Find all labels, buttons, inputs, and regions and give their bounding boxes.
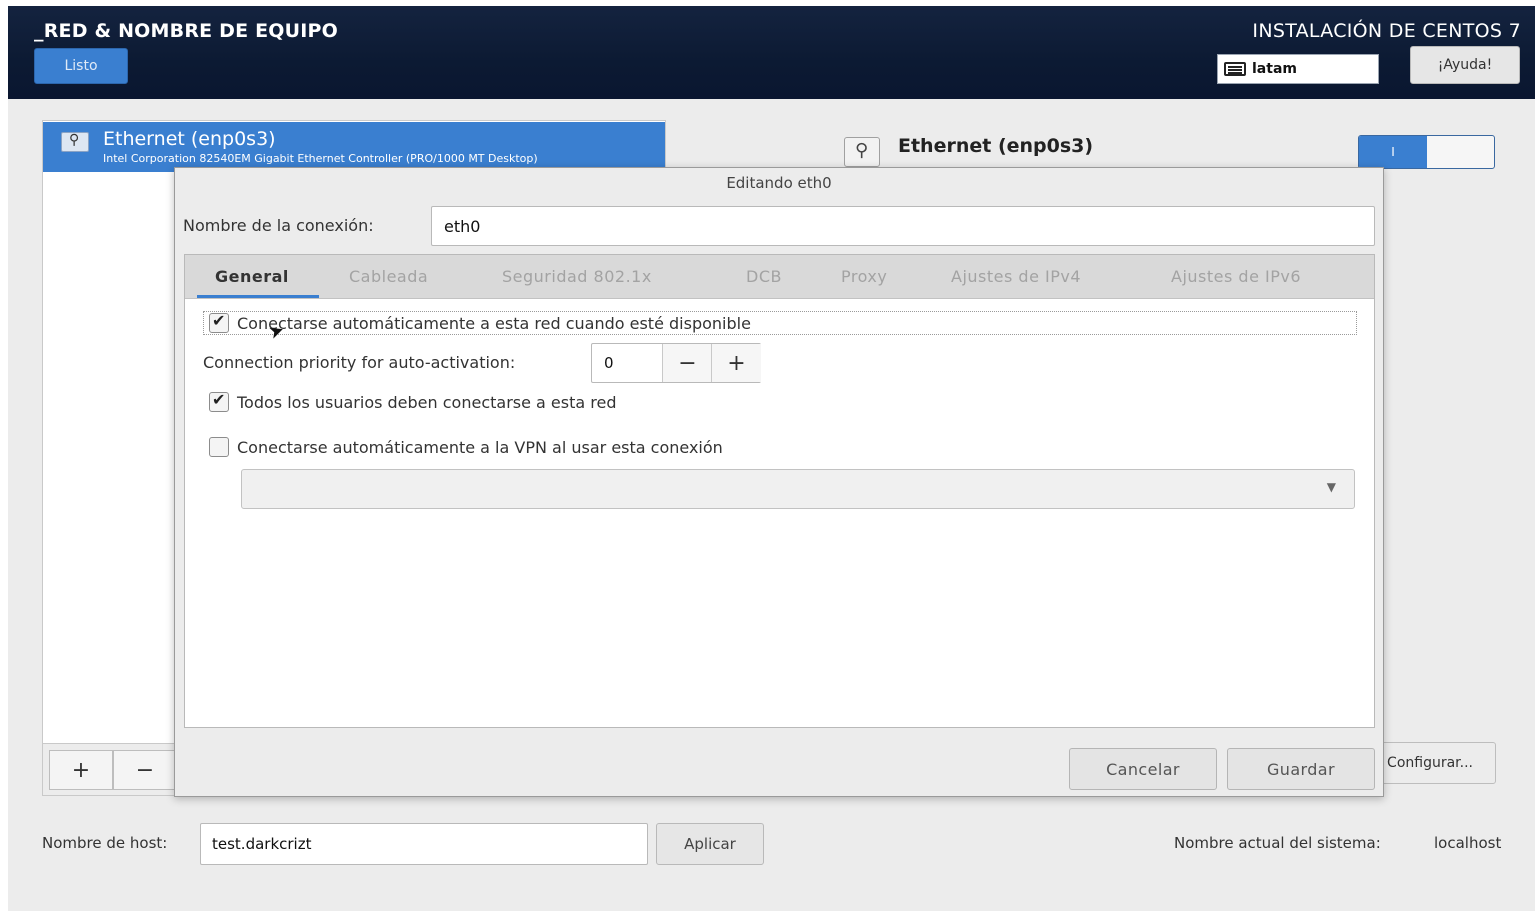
- vpn-auto-connect-label: Conectarse automáticamente a la VPN al u…: [237, 437, 723, 457]
- dropdown-arrow-icon: ▼: [1326, 480, 1336, 494]
- device-name: Ethernet (enp0s3): [103, 128, 276, 150]
- edit-connection-dialog: Editando eth0 Nombre de la conexión: eth…: [174, 167, 1384, 797]
- tab-proxy[interactable]: Proxy: [841, 267, 887, 286]
- device-detail-name: Ethernet (enp0s3): [898, 135, 1094, 157]
- priority-increment-button[interactable]: +: [711, 344, 761, 382]
- page-title: _RED & NOMBRE DE EQUIPO: [34, 20, 339, 42]
- priority-label: Connection priority for auto-activation:: [203, 353, 516, 372]
- device-list-item[interactable]: Ethernet (enp0s3) Intel Corporation 8254…: [43, 122, 665, 172]
- installer-window: _RED & NOMBRE DE EQUIPO Listo INSTALACIÓ…: [8, 6, 1535, 911]
- tab-ipv4-settings[interactable]: Ajustes de IPv4: [951, 267, 1081, 286]
- keyboard-icon: [1224, 62, 1246, 76]
- vpn-auto-connect-checkbox[interactable]: Conectarse automáticamente a la VPN al u…: [209, 437, 723, 457]
- tab-security-8021x[interactable]: Seguridad 802.1x: [502, 267, 652, 286]
- header-bar: _RED & NOMBRE DE EQUIPO Listo INSTALACIÓ…: [8, 6, 1535, 99]
- connection-name-input[interactable]: eth0: [431, 206, 1375, 246]
- tab-dcb[interactable]: DCB: [746, 267, 782, 286]
- hostname-label: Nombre de host:: [42, 834, 168, 852]
- dialog-title: Editando eth0: [726, 174, 832, 192]
- connection-name-label: Nombre de la conexión:: [183, 216, 374, 235]
- cancel-button[interactable]: Cancelar: [1069, 748, 1217, 790]
- device-toggle-switch[interactable]: I: [1358, 135, 1495, 169]
- network-device-icon: [61, 132, 89, 152]
- tab-ipv6-settings[interactable]: Ajustes de IPv6: [1171, 267, 1301, 286]
- settings-notebook: General Cableada Seguridad 802.1x DCB Pr…: [184, 254, 1375, 728]
- auto-connect-checkbox[interactable]: Conectarse automáticamente a esta red cu…: [209, 311, 751, 333]
- device-description: Intel Corporation 82540EM Gigabit Ethern…: [103, 152, 538, 165]
- done-button[interactable]: Listo: [34, 48, 128, 84]
- save-button[interactable]: Guardar: [1227, 748, 1375, 790]
- add-device-button[interactable]: +: [49, 750, 113, 790]
- help-button[interactable]: ¡Ayuda!: [1410, 46, 1520, 84]
- hostname-input[interactable]: test.darkcrizt: [200, 823, 648, 865]
- auto-connect-label: Conectarse automáticamente a esta red cu…: [237, 313, 751, 333]
- apply-button[interactable]: Aplicar: [656, 823, 764, 865]
- toggle-on-indicator: I: [1359, 136, 1427, 168]
- all-users-label: Todos los usuarios deben conectarse a es…: [237, 392, 617, 412]
- priority-value[interactable]: 0: [604, 354, 614, 372]
- network-device-icon: [844, 137, 880, 167]
- all-users-checkbox[interactable]: Todos los usuarios deben conectarse a es…: [209, 390, 617, 412]
- checkbox-checked-icon: [209, 311, 229, 333]
- keyboard-layout-label: latam: [1252, 61, 1297, 77]
- tab-general[interactable]: General: [215, 267, 289, 286]
- active-tab-indicator: [197, 295, 319, 298]
- vpn-select[interactable]: ▼: [241, 469, 1355, 509]
- keyboard-layout-indicator[interactable]: latam: [1217, 54, 1379, 84]
- checkbox-checked-icon: [209, 390, 229, 412]
- tab-bar: General Cableada Seguridad 802.1x DCB Pr…: [185, 255, 1374, 299]
- priority-spinbutton[interactable]: 0 − +: [591, 343, 761, 383]
- install-title: INSTALACIÓN DE CENTOS 7: [1252, 20, 1521, 42]
- current-hostname-value: localhost: [1434, 834, 1502, 852]
- checkbox-unchecked-icon: [209, 437, 229, 457]
- priority-decrement-button[interactable]: −: [662, 344, 712, 382]
- tab-wired[interactable]: Cableada: [349, 267, 428, 286]
- remove-device-button[interactable]: −: [113, 750, 177, 790]
- current-hostname-label: Nombre actual del sistema:: [1174, 834, 1381, 852]
